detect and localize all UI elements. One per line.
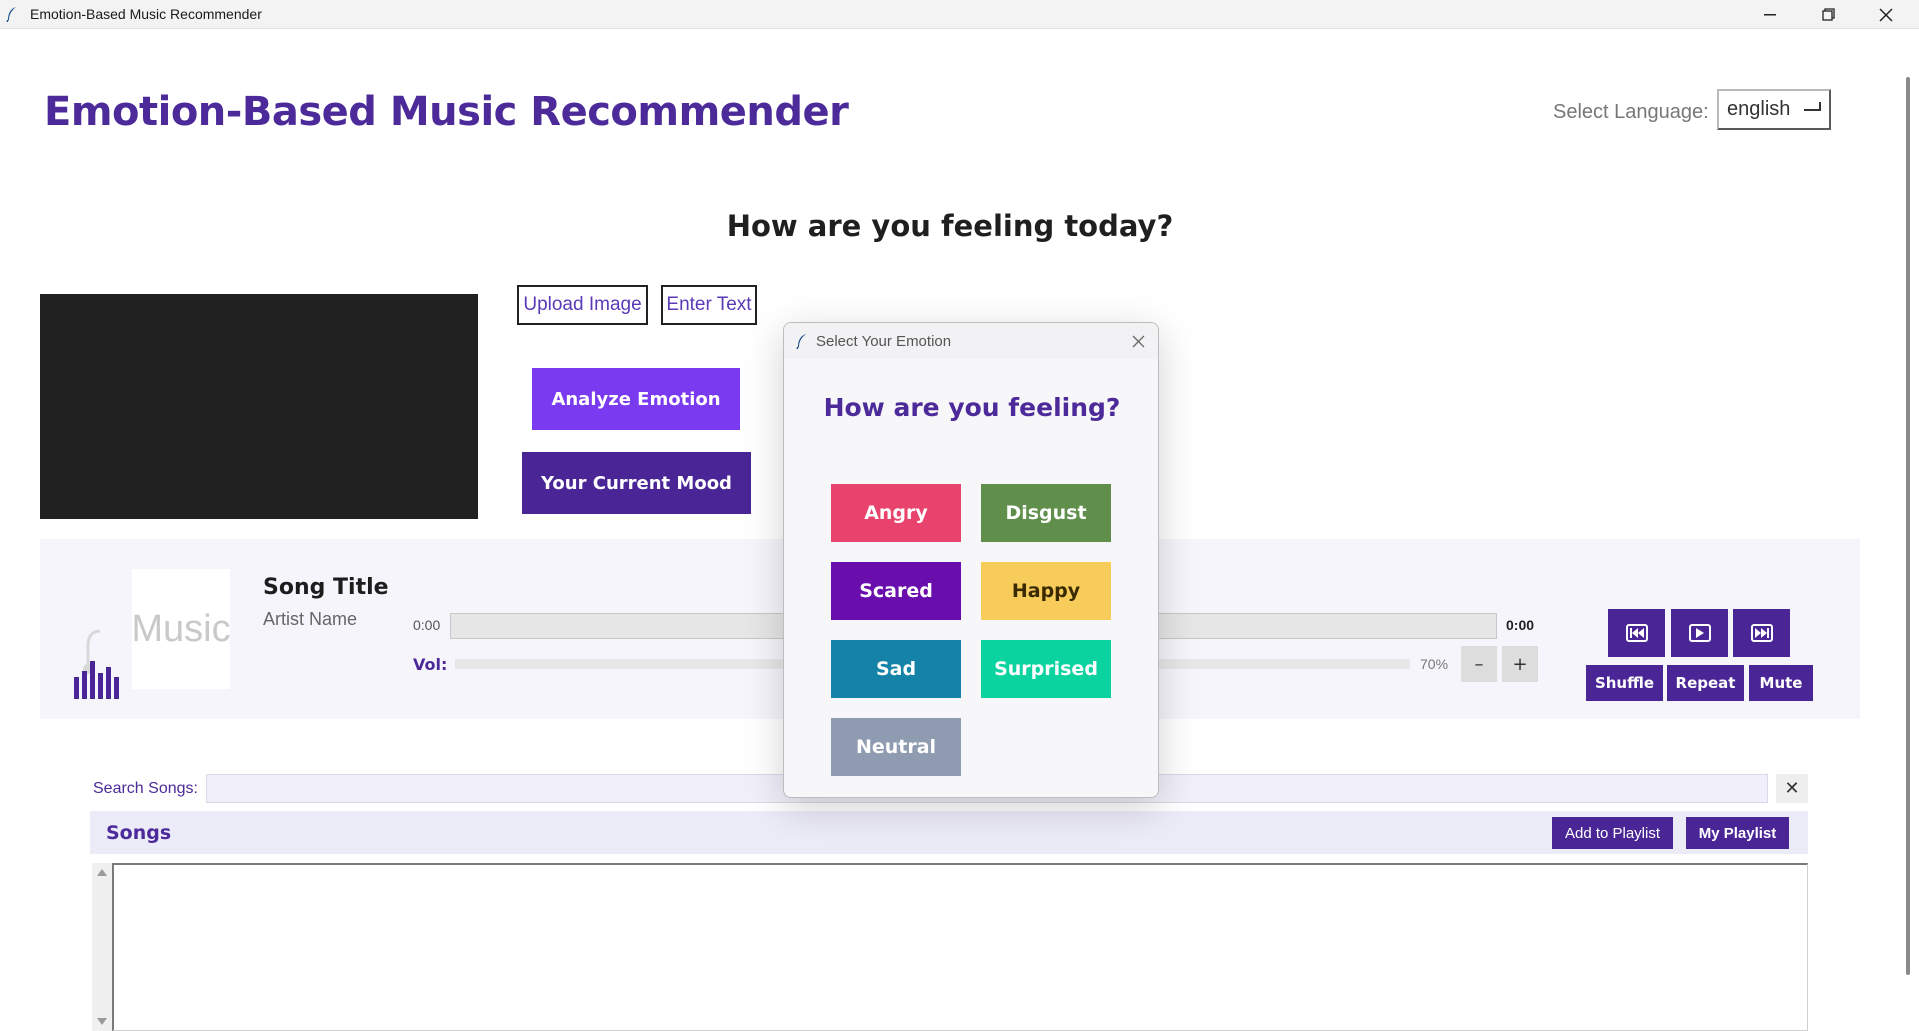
clear-search-button[interactable]: ✕ xyxy=(1776,774,1808,803)
language-label: Select Language: xyxy=(1553,101,1709,123)
play-icon xyxy=(1688,624,1711,642)
next-icon xyxy=(1750,624,1773,642)
time-total: 0:00 xyxy=(1506,617,1535,633)
album-art: Music xyxy=(131,569,231,689)
emotion-button-neutral[interactable]: Neutral xyxy=(831,718,961,776)
volume-down-button[interactable]: – xyxy=(1461,646,1497,682)
music-equalizer-icon xyxy=(74,627,122,705)
emotion-button-happy[interactable]: Happy xyxy=(981,562,1111,620)
song-title: Song Title xyxy=(263,575,389,600)
app-heading: Emotion-Based Music Recommender xyxy=(44,89,849,135)
shuffle-button[interactable]: Shuffle xyxy=(1586,665,1663,701)
emotion-button-sad[interactable]: Sad xyxy=(831,640,961,698)
restore-button[interactable] xyxy=(1799,0,1857,29)
feather-icon xyxy=(796,333,808,349)
dialog-heading: How are you feeling? xyxy=(823,393,1121,422)
scroll-up-icon[interactable] xyxy=(97,869,107,876)
time-elapsed: 0:00 xyxy=(413,617,441,633)
dialog-title: Select Your Emotion xyxy=(816,332,952,350)
repeat-button[interactable]: Repeat xyxy=(1667,665,1744,701)
scroll-down-icon[interactable] xyxy=(97,1018,107,1025)
previous-button[interactable] xyxy=(1608,609,1665,657)
emotion-button-angry[interactable]: Angry xyxy=(831,484,961,542)
enter-text-button[interactable]: Enter Text xyxy=(661,285,757,325)
volume-percent: 70% xyxy=(1420,656,1449,672)
dialog-titlebar: Select Your Emotion xyxy=(784,323,1158,359)
mute-button[interactable]: Mute xyxy=(1749,665,1813,701)
language-select[interactable]: english xyxy=(1717,89,1831,130)
dialog-close-button[interactable] xyxy=(1124,327,1152,355)
dropdown-indicator-icon xyxy=(1804,102,1821,111)
minimize-button[interactable] xyxy=(1741,0,1799,29)
artist-name: Artist Name xyxy=(263,609,358,629)
upload-image-button[interactable]: Upload Image xyxy=(517,285,648,325)
close-window-button[interactable] xyxy=(1857,0,1915,29)
play-button[interactable] xyxy=(1671,609,1728,657)
songs-scrollbar[interactable] xyxy=(92,863,112,1031)
window-title: Emotion-Based Music Recommender xyxy=(30,6,262,22)
page-scrollbar[interactable] xyxy=(1906,77,1910,975)
volume-label: Vol: xyxy=(413,655,448,674)
next-button[interactable] xyxy=(1733,609,1790,657)
emotion-button-disgust[interactable]: Disgust xyxy=(981,484,1111,542)
search-label: Search Songs: xyxy=(93,780,198,797)
emotion-button-surprised[interactable]: Surprised xyxy=(981,640,1111,698)
previous-icon xyxy=(1625,624,1648,642)
my-playlist-button[interactable]: My Playlist xyxy=(1686,817,1789,849)
feather-icon xyxy=(6,6,22,22)
feeling-question: How are you feeling today? xyxy=(726,209,1174,243)
emotion-button-scared[interactable]: Scared xyxy=(831,562,961,620)
analyze-emotion-button[interactable]: Analyze Emotion xyxy=(532,368,740,430)
add-to-playlist-button[interactable]: Add to Playlist xyxy=(1552,817,1673,849)
window-titlebar: Emotion-Based Music Recommender xyxy=(0,0,1919,29)
camera-preview xyxy=(40,294,478,519)
songs-header xyxy=(90,811,1808,854)
language-value: english xyxy=(1727,98,1791,120)
volume-up-button[interactable]: + xyxy=(1502,646,1538,682)
songs-title: Songs xyxy=(106,822,172,844)
songs-list[interactable] xyxy=(112,863,1808,1031)
emotion-dialog: Select Your Emotion How are you feeling?… xyxy=(783,322,1159,798)
current-mood-button[interactable]: Your Current Mood xyxy=(522,452,751,514)
